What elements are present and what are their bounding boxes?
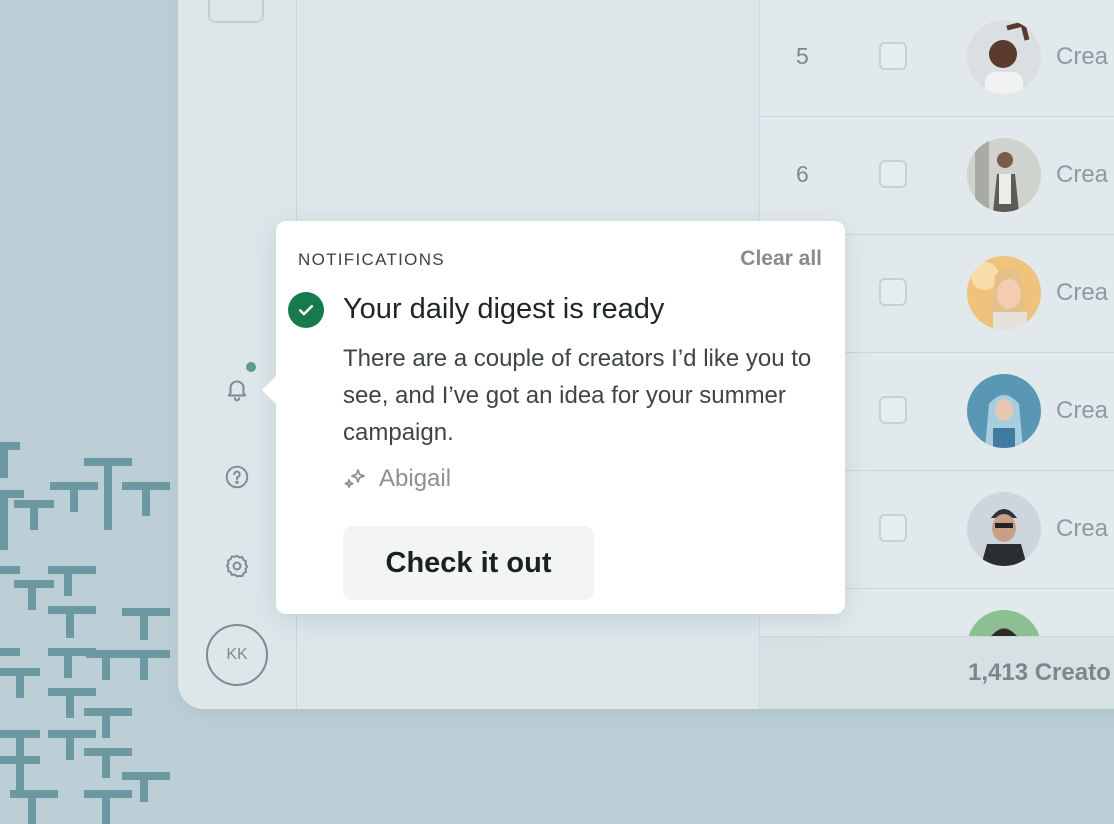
creator-avatar <box>967 256 1041 330</box>
user-avatar[interactable]: KK <box>206 624 268 686</box>
unread-dot <box>246 362 256 372</box>
notifications-title: NOTIFICATIONS <box>298 250 445 269</box>
help-icon <box>225 465 249 489</box>
creator-name: Crea <box>1056 43 1109 70</box>
creator-name: Crea <box>1056 279 1109 306</box>
notifications-button[interactable] <box>222 374 252 404</box>
table-footer: 1,413 Creato <box>760 636 1114 709</box>
creator-avatar <box>967 138 1041 212</box>
sparkle-icon <box>344 469 365 489</box>
settings-button[interactable] <box>222 551 252 581</box>
row-number: 5 <box>796 43 809 69</box>
row-checkbox[interactable] <box>879 160 907 188</box>
clear-all-button[interactable]: Clear all <box>740 247 822 271</box>
table-row[interactable]: 6 Crea <box>760 117 1114 235</box>
creator-name: Crea <box>1056 515 1109 542</box>
help-button[interactable] <box>222 462 252 492</box>
creator-avatar <box>967 374 1041 448</box>
check-it-out-button[interactable]: Check it out <box>343 526 594 600</box>
row-number: 6 <box>796 161 809 187</box>
notification-title: Your daily digest is ready <box>343 293 665 325</box>
creator-avatar <box>967 492 1041 566</box>
row-checkbox[interactable] <box>879 514 907 542</box>
creator-count: 1,413 Creato <box>968 659 1111 686</box>
row-checkbox[interactable] <box>879 396 907 424</box>
bell-icon <box>227 380 247 402</box>
settings-icon <box>225 554 249 578</box>
notifications-popover: NOTIFICATIONS Clear all Your daily diges… <box>261 221 845 614</box>
check-icon <box>288 292 324 328</box>
creator-name: Crea <box>1056 161 1109 188</box>
background-pattern <box>0 442 170 824</box>
row-checkbox[interactable] <box>879 42 907 70</box>
sender-name: Abigail <box>379 465 452 492</box>
creator-avatar <box>967 20 1041 94</box>
creator-name: Crea <box>1056 397 1109 424</box>
notification-sender: Abigail <box>343 465 451 493</box>
notification-body: There are a couple of creators I’d like … <box>343 345 812 446</box>
row-checkbox[interactable] <box>879 278 907 306</box>
add-button[interactable]: + <box>208 0 264 23</box>
table-row[interactable]: 5 Crea <box>760 0 1114 117</box>
